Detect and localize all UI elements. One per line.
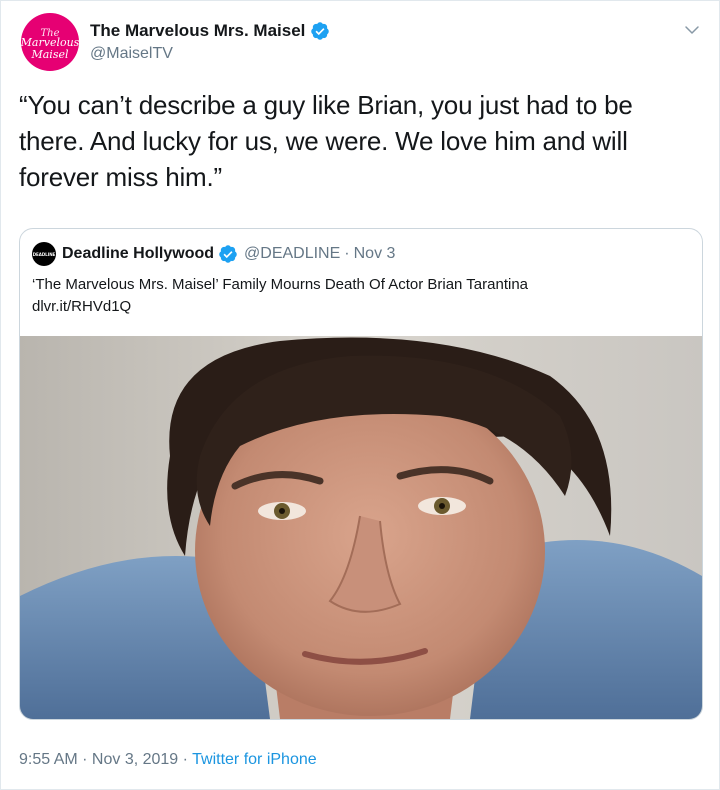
author-handle[interactable]: @MaiselTV bbox=[90, 45, 173, 63]
svg-text:Maisel: Maisel bbox=[30, 48, 68, 61]
tweet-footer: 9:55 AM · Nov 3, 2019 · Twitter for iPho… bbox=[19, 751, 317, 769]
author-avatar[interactable]: The Marvelous Maisel bbox=[21, 13, 79, 71]
verified-badge-icon bbox=[311, 22, 330, 40]
marvelous-logo-icon: The Marvelous Maisel bbox=[21, 28, 79, 61]
footer-separator: · bbox=[77, 751, 92, 768]
quoted-link[interactable]: dlvr.it/RHVd1Q bbox=[32, 296, 692, 318]
author-name[interactable]: The Marvelous Mrs. Maisel bbox=[90, 21, 330, 41]
quoted-author-name[interactable]: Deadline Hollywood bbox=[62, 245, 214, 263]
tweet-source-app[interactable]: Twitter for iPhone bbox=[192, 751, 317, 768]
tweet-card: The Marvelous Maisel The Marvelous Mrs. … bbox=[0, 0, 720, 790]
quoted-photo[interactable] bbox=[20, 336, 702, 719]
quoted-header: DEADLINE Deadline Hollywood @DEADLINE · … bbox=[32, 242, 395, 266]
deadline-logo-icon: DEADLINE bbox=[33, 252, 56, 257]
svg-text:DEADLINE: DEADLINE bbox=[33, 252, 56, 257]
quoted-date[interactable]: Nov 3 bbox=[354, 245, 396, 263]
quoted-avatar[interactable]: DEADLINE bbox=[32, 242, 56, 266]
verified-badge-icon bbox=[219, 245, 237, 263]
quoted-headline: ‘The Marvelous Mrs. Maisel’ Family Mourn… bbox=[32, 276, 529, 293]
quoted-text: ‘The Marvelous Mrs. Maisel’ Family Mourn… bbox=[32, 274, 692, 318]
quoted-author-handle[interactable]: @DEADLINE bbox=[244, 245, 340, 263]
quoted-separator: · bbox=[344, 245, 350, 262]
tweet-date[interactable]: Nov 3, 2019 bbox=[92, 751, 178, 768]
footer-separator: · bbox=[178, 751, 193, 768]
quoted-tweet[interactable]: DEADLINE Deadline Hollywood @DEADLINE · … bbox=[19, 228, 703, 720]
author-name-text[interactable]: The Marvelous Mrs. Maisel bbox=[90, 21, 305, 41]
tweet-text: “You can’t describe a guy like Brian, yo… bbox=[19, 90, 633, 192]
tweet-time[interactable]: 9:55 AM bbox=[19, 751, 78, 768]
chevron-down-icon[interactable] bbox=[683, 21, 701, 39]
